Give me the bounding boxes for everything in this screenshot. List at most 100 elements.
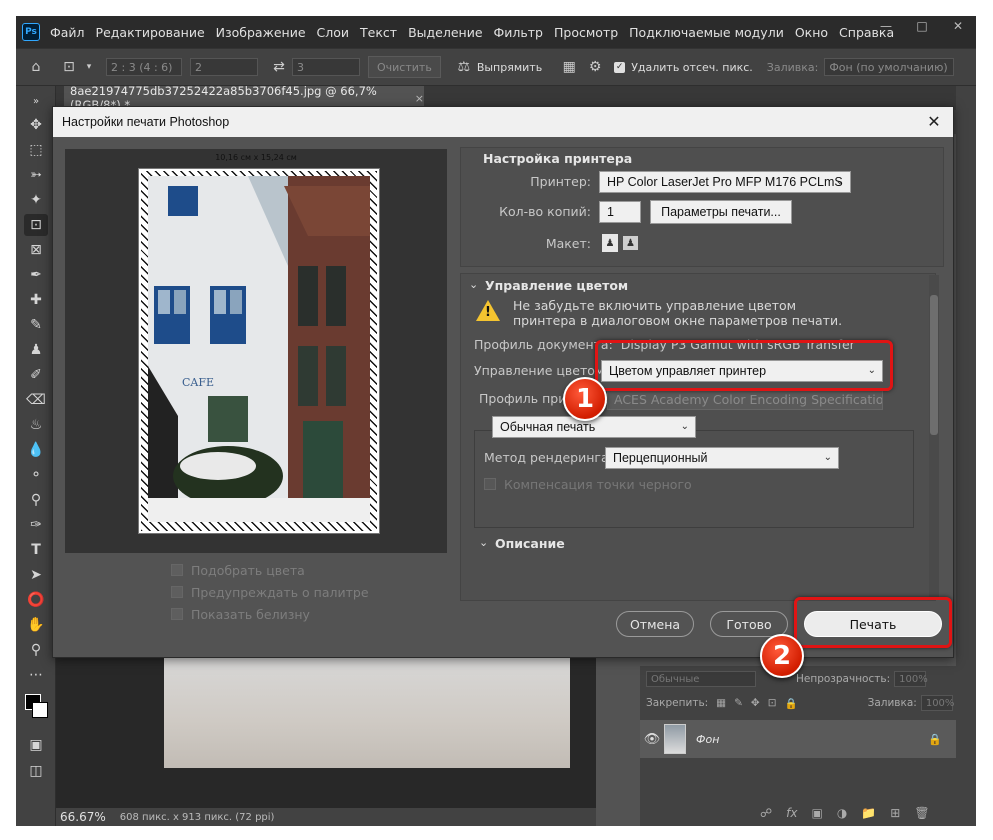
printer-select[interactable]: HP Color LaserJet Pro MFP M176 PCLmS ⌄ — [599, 171, 851, 193]
portrait-layout-icon[interactable]: ♟ — [602, 234, 618, 252]
description-title[interactable]: Описание — [495, 536, 565, 551]
paint-bucket-icon[interactable]: ♨ — [24, 414, 48, 436]
cancel-button[interactable]: Отмена — [616, 611, 694, 637]
rendering-intent-select[interactable]: Перцепционный ⌄ — [605, 447, 839, 469]
grid-overlay-icon[interactable]: ▦ — [556, 56, 582, 78]
ellipse-tool-icon[interactable]: ⭕ — [24, 589, 48, 611]
done-button[interactable]: Готово — [710, 611, 788, 637]
show-paper-white-checkbox[interactable] — [171, 608, 183, 620]
blend-mode-select[interactable]: Обычные — [646, 671, 756, 687]
lock-position-icon[interactable]: ✥ — [751, 697, 760, 709]
delete-cropped-checkbox[interactable]: ✓ — [614, 61, 626, 73]
crop-tool-active-icon[interactable]: ⊡ — [24, 214, 48, 236]
minimize-icon[interactable]: — — [868, 16, 904, 36]
ratio-select[interactable]: 2 : 3 (4 : 6) — [106, 58, 182, 76]
dodge-tool-icon[interactable]: ⚬ — [24, 464, 48, 486]
brush-tool-icon[interactable]: ✎ — [24, 314, 48, 336]
fill-select[interactable]: Фон (по умолчанию) — [824, 58, 955, 76]
frame-tool-icon[interactable]: ⊠ — [24, 239, 48, 261]
lock-all-icon[interactable]: 🔒 — [785, 697, 798, 710]
pen-tool-icon[interactable]: ✑ — [24, 514, 48, 536]
straighten-icon[interactable]: ⚖ — [451, 56, 477, 78]
blur-tool-icon[interactable]: 💧 — [24, 439, 48, 461]
gamut-warning-checkbox[interactable] — [171, 586, 183, 598]
chevron-down-icon[interactable]: ⌄ — [469, 278, 478, 291]
bpc-checkbox[interactable] — [484, 478, 496, 490]
healing-brush-icon[interactable]: ✚ — [24, 289, 48, 311]
dialog-scrollbar[interactable] — [929, 275, 939, 599]
clear-button[interactable]: Очистить — [368, 56, 441, 78]
menu-layer[interactable]: Слои — [317, 25, 350, 40]
straighten-label[interactable]: Выпрямить — [477, 61, 542, 74]
menu-file[interactable]: Файл — [50, 25, 85, 40]
marquee-tool-icon[interactable]: ⬚ — [24, 139, 48, 161]
color-management-title[interactable]: Управление цветом — [485, 278, 628, 293]
gear-icon[interactable]: ⚙ — [582, 56, 608, 78]
lock-artboard-icon[interactable]: ⊡ — [768, 697, 777, 709]
layer-fill-input[interactable]: 100% — [920, 695, 954, 711]
menu-window[interactable]: Окно — [795, 25, 828, 40]
link-icon[interactable]: ☍ — [760, 806, 772, 820]
eraser-tool-icon[interactable]: ⌫ — [24, 389, 48, 411]
zoom-lens-icon[interactable]: ⚲ — [24, 489, 48, 511]
crop-tool-icon[interactable]: ⊡ — [56, 56, 82, 78]
menu-plugins[interactable]: Подключаемые модули — [629, 25, 784, 40]
print-settings-button[interactable]: Параметры печати... — [650, 200, 792, 224]
folder-icon[interactable]: 📁 — [861, 806, 876, 820]
copies-input[interactable]: 1 — [599, 201, 641, 223]
opacity-input[interactable]: 100% — [894, 671, 928, 687]
history-brush-icon[interactable]: ✐ — [24, 364, 48, 386]
eyedropper-tool-icon[interactable]: ✒ — [24, 264, 48, 286]
match-colors-checkbox[interactable] — [171, 564, 183, 576]
crop-width-input[interactable]: 2 — [190, 58, 258, 76]
menu-filter[interactable]: Фильтр — [494, 25, 543, 40]
lasso-tool-icon[interactable]: ➳ — [24, 164, 48, 186]
normal-print-select[interactable]: Обычная печать ⌄ — [492, 416, 696, 438]
chevron-down-icon[interactable]: ▾ — [82, 56, 96, 78]
color-swatches-icon[interactable] — [24, 690, 48, 724]
zoom-level[interactable]: 66.67% — [60, 810, 106, 824]
gamut-warning-row[interactable]: Предупреждать о палитре — [171, 581, 369, 603]
close-icon[interactable]: ✕ — [923, 111, 945, 133]
menu-type[interactable]: Текст — [360, 25, 397, 40]
trash-icon[interactable]: 🗑 — [914, 806, 929, 820]
printer-profile-select[interactable]: ACES Academy Color Encoding Specificatio… — [607, 388, 883, 410]
type-tool-icon[interactable]: T — [24, 539, 48, 561]
quick-mask-icon[interactable]: ▣ — [24, 734, 48, 756]
zoom-tool-icon[interactable]: ⚲ — [24, 639, 48, 661]
stamp-tool-icon[interactable]: ♟ — [24, 339, 48, 361]
menu-view[interactable]: Просмотр — [554, 25, 618, 40]
match-colors-row[interactable]: Подобрать цвета — [171, 559, 369, 581]
object-selection-tool-icon[interactable]: ✦ — [24, 189, 48, 211]
landscape-layout-icon[interactable]: ♟ — [623, 236, 638, 250]
scrollbar-thumb[interactable] — [930, 295, 938, 435]
adjustment-icon[interactable]: ◑ — [837, 806, 847, 820]
menu-image[interactable]: Изображение — [216, 25, 306, 40]
fx-icon[interactable]: fx — [786, 806, 797, 820]
close-window-icon[interactable]: ✕ — [940, 16, 976, 36]
preview-photo[interactable]: CAFE — [148, 176, 370, 522]
bpc-row[interactable]: Компенсация точки черного — [484, 473, 692, 495]
lock-icon[interactable]: 🔒 — [928, 733, 942, 746]
new-layer-icon[interactable]: ⊞ — [890, 806, 900, 820]
move-tool-icon[interactable]: ✥ — [24, 114, 48, 136]
close-icon[interactable]: × — [415, 92, 424, 105]
swap-icon[interactable]: ⇄ — [266, 56, 292, 78]
show-paper-white-row[interactable]: Показать белизну — [171, 603, 369, 625]
more-tools-icon[interactable]: ⋯ — [24, 664, 48, 686]
document-info[interactable]: 608 пикс. x 913 пикс. (72 ppi) — [120, 812, 275, 823]
home-icon[interactable]: ⌂ — [16, 56, 56, 78]
chevron-down-icon[interactable]: ⌄ — [479, 536, 488, 549]
lock-pixels-icon[interactable]: ▦ — [716, 697, 726, 709]
hand-tool-icon[interactable]: ✋ — [24, 614, 48, 636]
mask-icon[interactable]: ▣ — [811, 806, 822, 820]
menu-select[interactable]: Выделение — [408, 25, 482, 40]
maximize-icon[interactable]: □ — [904, 16, 940, 36]
expand-panel-icon[interactable]: » — [24, 90, 48, 112]
lock-brush-icon[interactable]: ✎ — [734, 697, 743, 709]
crop-height-input[interactable]: 3 — [292, 58, 360, 76]
eye-icon[interactable]: 👁 — [640, 732, 664, 747]
menu-edit[interactable]: Редактирование — [96, 25, 205, 40]
layer-row-background[interactable]: 👁 Фон 🔒 — [640, 720, 956, 758]
screen-mode-icon[interactable]: ◫ — [24, 760, 48, 782]
